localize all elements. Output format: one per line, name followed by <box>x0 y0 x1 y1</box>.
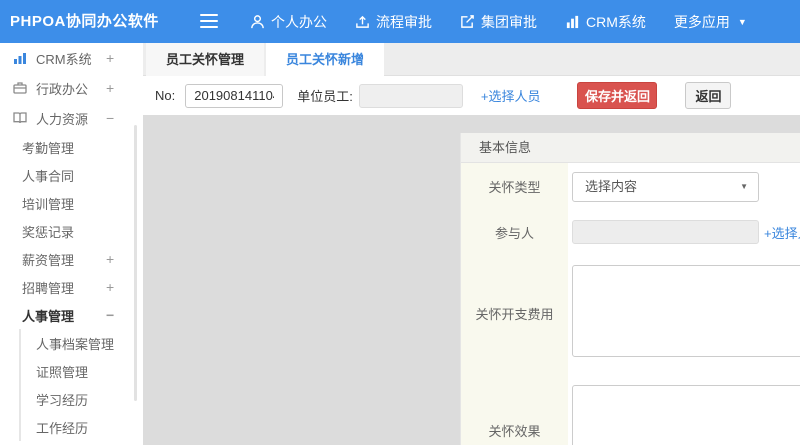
sidebar-item-hr[interactable]: 人力资源 − <box>0 103 143 133</box>
chart-icon <box>565 14 580 29</box>
sidebar-label: 奖惩记录 <box>22 224 75 240</box>
nav-label: 流程审批 <box>376 13 432 30</box>
toolbar: No: 单位员工: +选择人员 保存并返回 返回 <box>143 76 800 116</box>
group-approval-icon <box>460 14 475 29</box>
care-type-label: 关怀类型 <box>461 163 568 210</box>
tab-bar: 员工关怀管理 员工关怀新增 <box>143 43 800 77</box>
nav-label: 更多应用 <box>673 13 730 30</box>
sidebar-item-crm[interactable]: CRM系统 + <box>0 43 143 73</box>
nav-label: 集团审批 <box>481 13 537 30</box>
content-area: 基本信息 关怀类型 选择内容 ▼ 参与人 +选择人员 关怀开支费用 <box>143 116 800 445</box>
expand-icon: + <box>106 80 115 96</box>
sidebar-label: CRM系统 <box>36 51 92 67</box>
form-row-care-effect: 关怀效果 <box>461 373 800 445</box>
sidebar-item-training[interactable]: 培训管理 <box>0 189 143 217</box>
sidebar-submenu: 人事档案管理 证照管理 学习经历 工作经历 <box>19 329 143 441</box>
briefcase-icon <box>12 80 28 96</box>
sidebar: CRM系统 + 行政办公 + 人力资源 − 考勤管理 人事合同 培训管理 奖惩记… <box>0 43 143 445</box>
select-person-link[interactable]: +选择人员 <box>481 86 541 105</box>
care-effect-label: 关怀效果 <box>461 373 568 445</box>
tab-employee-care-new[interactable]: 员工关怀新增 <box>266 43 385 77</box>
flow-approval-icon <box>355 14 370 29</box>
expand-icon: + <box>106 50 115 66</box>
top-nav-menu: 个人办公 流程审批 集团审批 CRM系统 更多应用 ▼ <box>250 0 747 43</box>
sidebar-label: 人事合同 <box>22 168 75 184</box>
no-input[interactable] <box>185 83 284 108</box>
caret-down-icon: ▼ <box>737 16 747 27</box>
expand-icon: − <box>106 110 115 126</box>
sidebar-label: 考勤管理 <box>22 140 75 156</box>
expand-icon: − <box>106 307 115 323</box>
participants-input[interactable] <box>572 220 759 244</box>
sidebar-label: 人事档案管理 <box>36 336 115 352</box>
sidebar-label: 证照管理 <box>36 364 89 380</box>
user-icon <box>250 14 265 29</box>
menu-toggle-icon[interactable] <box>200 14 218 32</box>
participants-label: 参与人 <box>461 210 568 254</box>
sidebar-item-hr-contract[interactable]: 人事合同 <box>0 161 143 189</box>
caret-down-icon: ▼ <box>740 181 748 191</box>
care-effect-textarea[interactable] <box>572 385 800 445</box>
select-value: 选择内容 <box>585 178 638 194</box>
expand-icon: + <box>106 251 115 267</box>
select-person-link[interactable]: +选择人员 <box>764 223 800 242</box>
nav-item-personal-office[interactable]: 个人办公 <box>250 12 327 32</box>
sidebar-label: 人事管理 <box>22 308 75 324</box>
care-type-select[interactable]: 选择内容 ▼ <box>572 171 759 202</box>
chart-icon <box>12 50 28 66</box>
sidebar-label: 培训管理 <box>22 196 75 212</box>
form-row-care-type: 关怀类型 选择内容 ▼ <box>461 163 800 210</box>
form-row-care-expense: 关怀开支费用 <box>461 254 800 373</box>
unit-employee-label: 单位员工: <box>297 89 353 104</box>
tab-employee-care-manage[interactable]: 员工关怀管理 <box>146 43 267 76</box>
sidebar-item-attendance[interactable]: 考勤管理 <box>0 133 143 161</box>
sidebar-item-admin-office[interactable]: 行政办公 + <box>0 73 143 103</box>
nav-item-group-approval[interactable]: 集团审批 <box>460 12 537 32</box>
sidebar-label: 薪资管理 <box>22 252 75 268</box>
unit-employee-input[interactable] <box>358 83 463 108</box>
nav-item-crm[interactable]: CRM系统 <box>565 12 646 32</box>
sidebar-item-reward-punish[interactable]: 奖惩记录 <box>0 217 143 245</box>
expand-icon: + <box>106 279 115 295</box>
care-expense-textarea[interactable] <box>572 265 800 357</box>
sidebar-item-personnel-files[interactable]: 人事档案管理 <box>21 329 143 357</box>
sidebar-item-certificates[interactable]: 证照管理 <box>21 357 143 385</box>
sidebar-label: 人力资源 <box>36 111 89 127</box>
save-and-return-button[interactable]: 保存并返回 <box>577 82 658 109</box>
nav-item-more-apps[interactable]: 更多应用 ▼ <box>674 12 747 32</box>
nav-label: CRM系统 <box>586 13 646 30</box>
basic-info-panel: 基本信息 关怀类型 选择内容 ▼ 参与人 +选择人员 关怀开支费用 <box>460 133 800 445</box>
top-navbar: PHPOA协同办公软件 个人办公 流程审批 集团审批 CRM系统 更多应用 ▼ <box>0 0 800 43</box>
book-icon <box>12 110 28 126</box>
sidebar-label: 行政办公 <box>36 81 89 97</box>
form-row-participants: 参与人 +选择人员 <box>461 210 800 254</box>
sidebar-label: 学习经历 <box>36 392 89 408</box>
nav-label: 个人办公 <box>271 13 327 30</box>
sidebar-scrollbar[interactable] <box>134 125 137 401</box>
sidebar-item-recruit[interactable]: 招聘管理 + <box>0 273 143 301</box>
sidebar-item-salary[interactable]: 薪资管理 + <box>0 245 143 273</box>
sidebar-item-work-history[interactable]: 工作经历 <box>21 413 143 441</box>
app-title: PHPOA协同办公软件 <box>10 13 159 30</box>
sidebar-label: 工作经历 <box>36 420 89 436</box>
sidebar-label: 招聘管理 <box>22 280 75 296</box>
no-label: No: <box>155 88 176 103</box>
nav-item-flow-approval[interactable]: 流程审批 <box>355 12 432 32</box>
back-button[interactable]: 返回 <box>685 82 732 109</box>
sidebar-item-study-history[interactable]: 学习经历 <box>21 385 143 413</box>
care-expense-label: 关怀开支费用 <box>461 254 568 373</box>
section-title: 基本信息 <box>461 133 800 163</box>
sidebar-item-personnel-mgmt[interactable]: 人事管理 − <box>0 301 143 329</box>
